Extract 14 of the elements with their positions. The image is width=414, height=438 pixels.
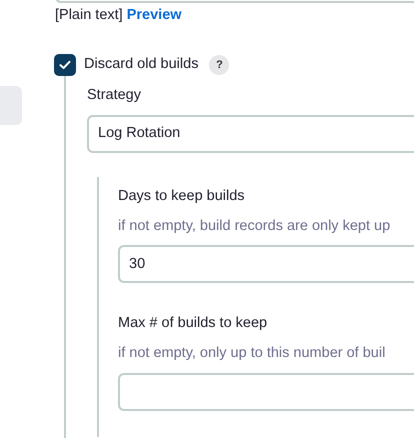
checkbox-label: Discard old builds — [84, 55, 198, 74]
field-label: Strategy — [87, 86, 142, 105]
input-field[interactable] — [118, 372, 414, 411]
checkbox[interactable] — [54, 54, 76, 76]
field-label: Max # of builds to keep — [118, 314, 268, 334]
strategy-dropdown[interactable]: Log Rotation — [87, 114, 414, 153]
help-text: if not empty, only up to this number of buil — [118, 344, 386, 363]
preview-link[interactable]: Preview — [126, 7, 182, 23]
help-button[interactable]: ? — [209, 55, 230, 75]
field-label: Days to keep builds — [118, 186, 246, 206]
help-text: if not empty, build records are only kept up — [118, 216, 392, 236]
check-icon — [59, 60, 71, 70]
input-field[interactable]: 30 — [118, 245, 414, 284]
format-label: [Plain text] — [55, 7, 123, 23]
